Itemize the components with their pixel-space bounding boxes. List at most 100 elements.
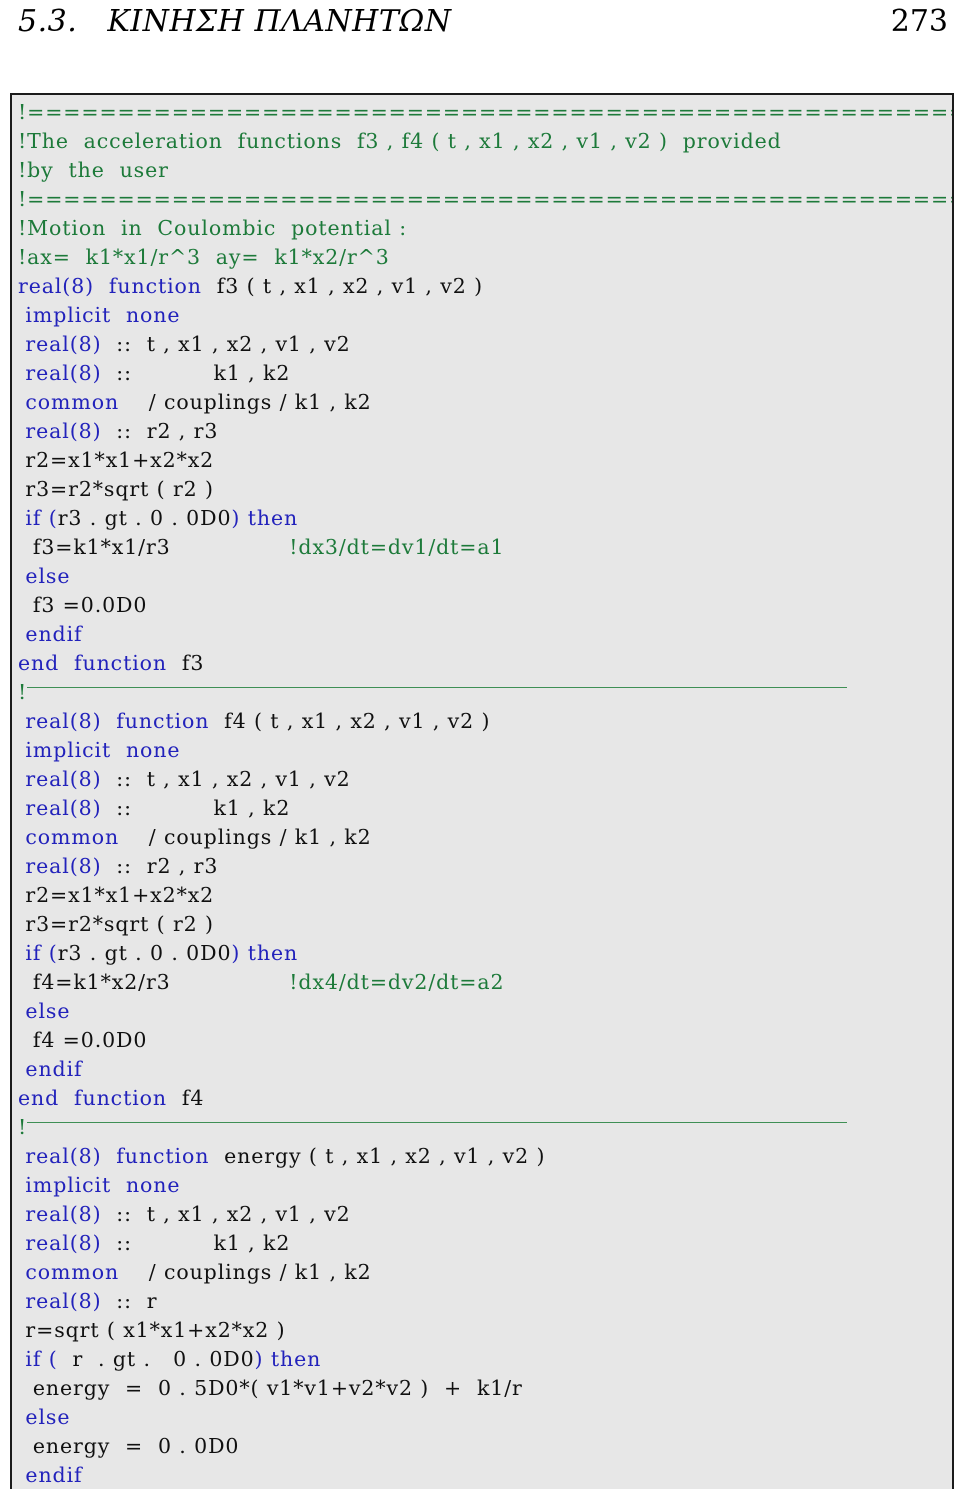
- code-identifier: r=sqrt ( x1*x1+x2*x2 ): [18, 1318, 286, 1342]
- code-keyword: end function: [18, 651, 168, 675]
- code-line: r2=x1*x1+x2*x2: [18, 446, 952, 475]
- code-line: real(8) :: t , x1 , x2 , v1 , v2: [18, 765, 952, 794]
- code-line: implicit none: [18, 301, 952, 330]
- code-line: end function f3: [18, 649, 952, 678]
- code-keyword: real(8): [18, 361, 102, 385]
- code-identifier: f3 ( t , x1 , x2 , v1 , v2 ): [201, 274, 484, 298]
- code-listing-block: !=======================================…: [10, 93, 954, 1489]
- code-identifier: f4 =0.0D0: [18, 1028, 148, 1052]
- code-comment-line: !ax= k1*x1/r^3 ay= k1*x2/r^3: [18, 245, 390, 269]
- code-keyword: implicit none: [18, 303, 181, 327]
- code-identifier: r2=x1*x1+x2*x2: [18, 883, 215, 907]
- code-keyword: if (: [18, 1347, 58, 1371]
- code-line: else: [18, 562, 952, 591]
- code-line: r3=r2*sqrt ( r2 ): [18, 910, 952, 939]
- code-keyword: ) then: [231, 941, 299, 965]
- code-line: endif: [18, 620, 952, 649]
- code-line: r2=x1*x1+x2*x2: [18, 881, 952, 910]
- code-comment-separator: !=======================================…: [18, 100, 952, 124]
- page-header: 5.3. ΚΙΝΗΣΗ ΠΛΑΝΗΤΩΝ 273: [0, 0, 960, 58]
- comment-marker: !: [18, 680, 28, 704]
- code-keyword: real(8): [18, 1289, 102, 1313]
- code-keyword: ) then: [254, 1347, 322, 1371]
- page-number: 273: [890, 4, 948, 39]
- code-keyword: implicit none: [18, 738, 181, 762]
- code-line: real(8) :: k1 , k2: [18, 359, 952, 388]
- code-line: real(8) :: r: [18, 1287, 952, 1316]
- code-keyword: real(8): [18, 1202, 102, 1226]
- code-identifier: energy = 0 . 5D0*( v1*v1+v2*v2 ) + k1/r: [18, 1376, 523, 1400]
- code-identifier: :: t , x1 , x2 , v1 , v2: [101, 767, 351, 791]
- code-keyword: endif: [18, 1463, 83, 1487]
- code-inline-comment: !dx3/dt=dv1/dt=a1: [289, 535, 505, 559]
- code-identifier: :: t , x1 , x2 , v1 , v2: [101, 332, 351, 356]
- code-line: else: [18, 997, 952, 1026]
- code-identifier: :: r2 , r3: [101, 854, 219, 878]
- code-line: real(8) :: k1 , k2: [18, 1229, 952, 1258]
- code-line: common / couplings / k1 , k2: [18, 823, 952, 852]
- code-line: endif: [18, 1055, 952, 1084]
- code-line: common / couplings / k1 , k2: [18, 1258, 952, 1287]
- code-identifier: r . gt . 0 . 0D0: [57, 1347, 255, 1371]
- code-listing-lines: !=======================================…: [12, 95, 952, 1489]
- code-line: implicit none: [18, 736, 952, 765]
- code-keyword: else: [18, 1405, 71, 1429]
- code-identifier: / couplings / k1 , k2: [119, 1260, 372, 1284]
- code-keyword: common: [18, 390, 120, 414]
- code-identifier: f3=k1*x1/r3: [18, 535, 171, 559]
- code-line: real(8) :: r2 , r3: [18, 852, 952, 881]
- code-identifier: :: r2 , r3: [101, 419, 219, 443]
- code-line: endif: [18, 1461, 952, 1489]
- code-line: else: [18, 1403, 952, 1432]
- code-comment-line: !The acceleration functions f3 , f4 ( t …: [18, 129, 782, 153]
- code-keyword: ) then: [231, 506, 299, 530]
- code-keyword: real(8) function: [18, 274, 202, 298]
- code-identifier: :: r: [101, 1289, 158, 1313]
- code-line: f3 =0.0D0: [18, 591, 952, 620]
- code-identifier: f4 ( t , x1 , x2 , v1 , v2 ): [209, 709, 491, 733]
- code-keyword: else: [18, 564, 71, 588]
- code-line: real(8) :: t , x1 , x2 , v1 , v2: [18, 1200, 952, 1229]
- code-line: real(8) :: r2 , r3: [18, 417, 952, 446]
- code-keyword: common: [18, 1260, 120, 1284]
- code-keyword: real(8): [18, 1231, 102, 1255]
- code-identifier: r2=x1*x1+x2*x2: [18, 448, 215, 472]
- code-identifier: r3 . gt . 0 . 0D0: [57, 506, 232, 530]
- code-identifier: f4=k1*x2/r3: [18, 970, 171, 994]
- code-keyword: endif: [18, 622, 83, 646]
- code-line: end function f4: [18, 1084, 952, 1113]
- code-line: if (r3 . gt . 0 . 0D0) then: [18, 504, 952, 533]
- code-comment-line: !Motion in Coulombic potential :: [18, 216, 408, 240]
- code-line: if ( r . gt . 0 . 0D0) then: [18, 1345, 952, 1374]
- code-line: real(8) :: t , x1 , x2 , v1 , v2: [18, 330, 952, 359]
- code-keyword: endif: [18, 1057, 83, 1081]
- running-head-section: 5.3. ΚΙΝΗΣΗ ΠΛΑΝΗΤΩΝ: [18, 4, 452, 39]
- code-keyword: if (: [18, 941, 58, 965]
- code-identifier: :: k1 , k2: [101, 796, 291, 820]
- code-identifier: energy = 0 . 0D0: [18, 1434, 240, 1458]
- code-identifier: r3=r2*sqrt ( r2 ): [18, 477, 214, 501]
- code-identifier: f3 =0.0D0: [18, 593, 148, 617]
- code-keyword: else: [18, 999, 71, 1023]
- code-identifier: [171, 970, 290, 994]
- code-keyword: end function: [18, 1086, 168, 1110]
- code-line: energy = 0 . 0D0: [18, 1432, 952, 1461]
- code-line: r=sqrt ( x1*x1+x2*x2 ): [18, 1316, 952, 1345]
- code-identifier: r3=r2*sqrt ( r2 ): [18, 912, 214, 936]
- code-line: real(8) function f3 ( t , x1 , x2 , v1 ,…: [18, 272, 952, 301]
- code-comment-line: !by the user: [18, 158, 169, 182]
- code-line: f4=k1*x2/r3 !dx4/dt=dv2/dt=a2: [18, 968, 952, 997]
- code-keyword: real(8): [18, 796, 102, 820]
- code-keyword: real(8) function: [18, 709, 210, 733]
- code-inline-comment: !dx4/dt=dv2/dt=a2: [289, 970, 505, 994]
- code-comment-rule: !: [18, 1113, 952, 1142]
- code-identifier: / couplings / k1 , k2: [119, 390, 372, 414]
- code-identifier: f3: [167, 651, 205, 675]
- code-keyword: real(8): [18, 854, 102, 878]
- code-keyword: real(8): [18, 419, 102, 443]
- code-keyword: real(8): [18, 767, 102, 791]
- code-line: real(8) :: k1 , k2: [18, 794, 952, 823]
- code-identifier: energy ( t , x1 , x2 , v1 , v2 ): [209, 1144, 546, 1168]
- code-line: real(8) function energy ( t , x1 , x2 , …: [18, 1142, 952, 1171]
- code-keyword: implicit none: [18, 1173, 181, 1197]
